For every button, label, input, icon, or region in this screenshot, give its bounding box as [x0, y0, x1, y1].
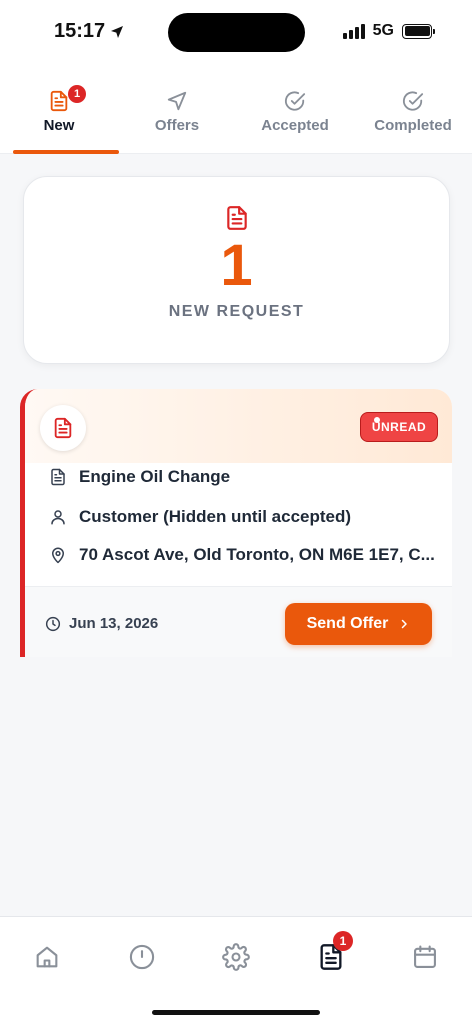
bottom-navigation: 1: [0, 916, 472, 1024]
unread-dot: [374, 417, 380, 423]
gear-icon: [222, 943, 250, 971]
nav-activity[interactable]: [128, 943, 156, 971]
home-icon: [36, 946, 58, 968]
status-bar: 15:17 5G: [0, 0, 472, 64]
request-tabs: 1 New Offers Accepted Completed: [0, 64, 472, 154]
document-icon: [54, 417, 72, 439]
document-icon: [224, 205, 250, 231]
service-name: Engine Oil Change: [79, 467, 231, 486]
battery-icon: [402, 23, 435, 39]
address-row: 70 Ascot Ave, Old Toronto, ON M6E 1E7, C…: [49, 545, 435, 565]
tab-accepted[interactable]: Accepted: [236, 64, 354, 154]
tab-new[interactable]: 1 New: [0, 64, 119, 154]
home-indicator[interactable]: [152, 1010, 320, 1015]
check-circle-icon: [402, 90, 424, 112]
send-offer-button[interactable]: Send Offer: [285, 603, 432, 645]
nav-home[interactable]: [33, 943, 61, 971]
service-address: 70 Ascot Ave, Old Toronto, ON M6E 1E7, C…: [79, 545, 435, 564]
tab-label: Completed: [374, 117, 452, 134]
signal-icon: [342, 23, 365, 39]
unread-badge: UNREAD: [360, 412, 438, 442]
new-requests-summary: 1 NEW REQUEST: [23, 176, 450, 364]
network-type: 5G: [372, 22, 394, 39]
customer-name: Customer (Hidden until accepted): [79, 507, 352, 526]
request-card[interactable]: UNREAD Engine Oil Change Customer (Hidde…: [20, 389, 452, 657]
new-request-label: NEW REQUEST: [168, 303, 305, 320]
new-request-count: 1: [220, 233, 253, 298]
calendar-icon: [414, 945, 436, 968]
document-icon: [51, 468, 65, 486]
status-time: 15:17: [54, 20, 125, 43]
tab-completed[interactable]: Completed: [354, 64, 472, 154]
active-tab-indicator: [13, 150, 119, 154]
request-card-header: UNREAD: [25, 389, 452, 463]
tab-label: Offers: [154, 117, 200, 134]
tab-offers[interactable]: Offers: [118, 64, 236, 154]
clock-icon: [45, 616, 61, 631]
tab-new-badge: 1: [68, 85, 86, 103]
tab-label: Accepted: [261, 117, 329, 134]
nav-requests[interactable]: 1: [317, 931, 353, 971]
location-arrow-icon: [111, 25, 124, 38]
nav-calendar[interactable]: [411, 943, 439, 971]
send-icon: [166, 90, 188, 112]
dynamic-island: [168, 13, 305, 52]
user-icon: [51, 510, 65, 525]
service-row: Engine Oil Change: [49, 467, 230, 487]
request-date: Jun 13, 2026: [45, 615, 158, 632]
request-type-avatar: [40, 405, 86, 451]
requests-badge: 1: [333, 931, 353, 951]
request-card-footer: Jun 13, 2026 Send Offer: [25, 587, 452, 657]
document-icon: 1: [48, 85, 86, 112]
customer-row: Customer (Hidden until accepted): [49, 507, 351, 527]
tab-label: New: [43, 117, 75, 134]
map-pin-icon: [52, 547, 64, 564]
check-circle-icon: [284, 90, 306, 112]
clock-icon: [129, 944, 155, 970]
chevron-right-icon: [402, 619, 408, 629]
status-indicators: 5G: [342, 22, 435, 40]
nav-settings[interactable]: [222, 943, 250, 971]
